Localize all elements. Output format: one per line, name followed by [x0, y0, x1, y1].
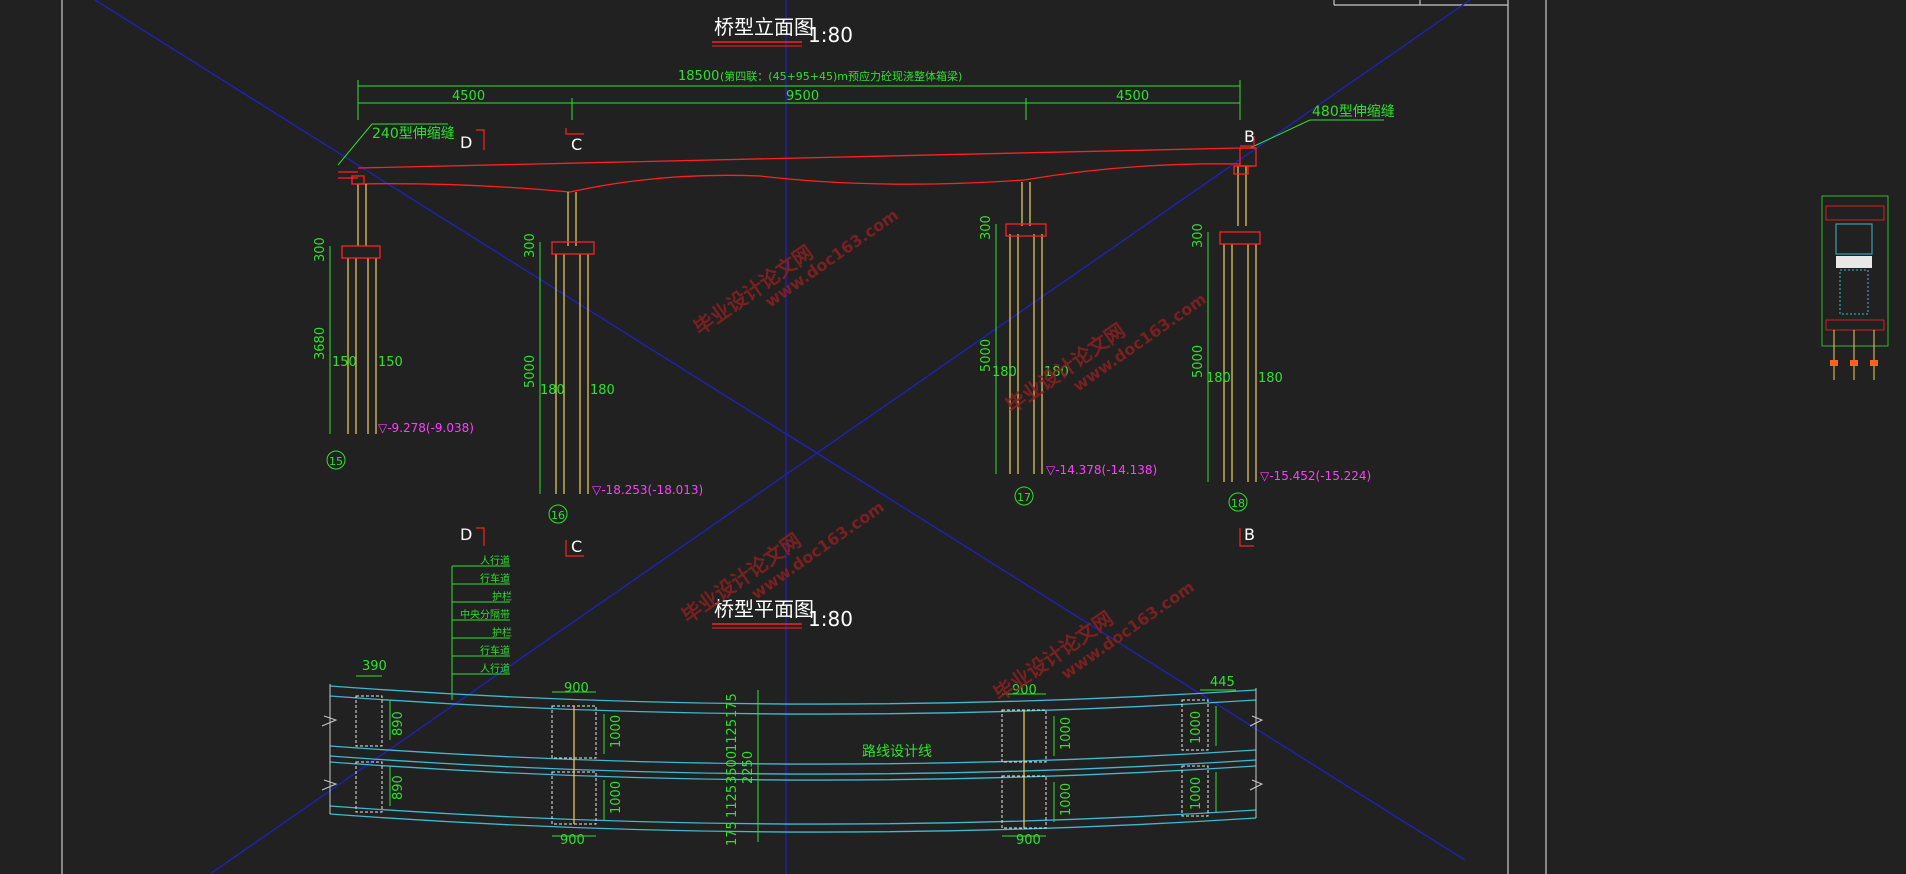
plan-dim-900: 900 — [564, 681, 589, 696]
drawing-canvas: 桥型立面图 1:80 18500 (第四联：(45+95+45)m预应力砼现浇整… — [61, 0, 1889, 874]
joint-right-label: 480型伸缩缝 — [1312, 104, 1395, 120]
road-edges — [329, 685, 1257, 833]
pier15-id: 15 — [329, 455, 343, 468]
section-c-bottom: C — [571, 537, 582, 556]
plan-dim-1000: 1000 — [1059, 717, 1074, 750]
joint-left-label: 240型伸缩缝 — [372, 126, 455, 142]
plan-dim-1000: 1000 — [1189, 777, 1204, 810]
plan-mid-dim: 3500 — [725, 751, 740, 784]
pier18-pile-len: 5000 — [1191, 345, 1206, 378]
plan-dim-1000: 1000 — [609, 715, 624, 748]
pier18-elev: ▽-15.452(-15.224) — [1260, 469, 1371, 483]
pier16-spacing-a: 180 — [540, 383, 565, 398]
section-d-top: D — [460, 133, 472, 152]
watermarks: 毕业设计论文网 www.doc163.com 毕业设计论文网 www.doc16… — [677, 205, 1210, 706]
plan-dim-right: 445 — [1210, 675, 1235, 690]
plan-dim-left: 390 — [362, 659, 387, 674]
pier18-spacing-a: 180 — [1206, 371, 1231, 386]
pier17-cap: 300 — [979, 215, 994, 240]
plan-dim-1000: 1000 — [609, 781, 624, 814]
pier16-elev: ▽-18.253(-18.013) — [592, 483, 703, 497]
lane-label: 中央分隔带 — [460, 608, 510, 621]
total-dim: 18500 — [678, 69, 719, 84]
span-right: 4500 — [1116, 89, 1149, 104]
pier16-spacing-b: 180 — [590, 383, 615, 398]
plan-mid-dim: 175 — [725, 693, 740, 718]
pier15-spacing-b: 150 — [378, 355, 403, 370]
lane-legend: 人行道 行车道 护栏 中央分隔带 护栏 行车道 人行道 — [460, 554, 512, 675]
pier17-elev: ▽-14.378(-14.138) — [1046, 463, 1157, 477]
pier18-cap: 300 — [1191, 223, 1206, 248]
plan-view: 桥型平面图 1:80 人行道 行车道 护栏 中央分隔带 护栏 行车道 人行道 3… — [321, 554, 1264, 848]
pier15-pile-len: 3680 — [313, 327, 328, 360]
axis-lines — [94, 0, 1471, 874]
lane-label: 人行道 — [480, 662, 510, 675]
elevation-scale: 1:80 — [808, 23, 853, 47]
drawing-frame — [61, 0, 1547, 874]
span-left: 4500 — [452, 89, 485, 104]
pier15-cap: 300 — [313, 237, 328, 262]
pier17-spacing-a: 180 — [992, 365, 1017, 380]
plan-mid-dim: 1125 — [725, 785, 740, 818]
plan-dim-900: 900 — [560, 833, 585, 848]
box-girder — [338, 145, 1257, 193]
plan-dim-890: 890 — [391, 775, 406, 800]
lane-label: 行车道 — [480, 644, 510, 657]
lane-label: 行车道 — [480, 572, 510, 585]
lane-label: 护栏 — [492, 590, 512, 603]
elevation-title: 桥型立面图 — [714, 15, 814, 39]
section-thumbnail — [1821, 195, 1889, 380]
pier15-spacing-a: 150 — [332, 355, 357, 370]
plan-pile-caps — [355, 695, 1209, 829]
pier18-spacing-b: 180 — [1258, 371, 1283, 386]
pier16-pile-len: 5000 — [523, 355, 538, 388]
plan-dim-1000: 1000 — [1189, 711, 1204, 744]
plan-scale: 1:80 — [808, 607, 853, 631]
plan-mid-dim: 175 — [725, 821, 740, 846]
pier16-id: 16 — [551, 509, 565, 522]
plan-dim-1000: 1000 — [1059, 783, 1074, 816]
plan-mid-dim: 1125 — [725, 719, 740, 752]
pier18-id: 18 — [1231, 497, 1245, 510]
section-b-bottom: B — [1244, 525, 1255, 544]
route-design-line: 路线设计线 — [862, 744, 932, 760]
lane-label: 人行道 — [480, 554, 510, 567]
total-note: (第四联：(45+95+45)m预应力砼现浇整体箱梁) — [720, 69, 962, 83]
pier17-id: 17 — [1017, 491, 1031, 504]
plan-dim-890: 890 — [391, 711, 406, 736]
lane-label: 护栏 — [492, 626, 512, 639]
pier15-elev: ▽-9.278(-9.038) — [378, 421, 474, 435]
plan-mid-dim: 2250 — [741, 751, 756, 784]
pier16-cap: 300 — [523, 233, 538, 258]
elevation-view: 桥型立面图 1:80 18500 (第四联：(45+95+45)m预应力砼现浇整… — [313, 15, 1395, 557]
span-mid: 9500 — [786, 89, 819, 104]
section-d-bottom: D — [460, 525, 472, 544]
section-b-top: B — [1244, 127, 1255, 146]
plan-dim-900: 900 — [1016, 833, 1041, 848]
section-c-top: C — [571, 135, 582, 154]
